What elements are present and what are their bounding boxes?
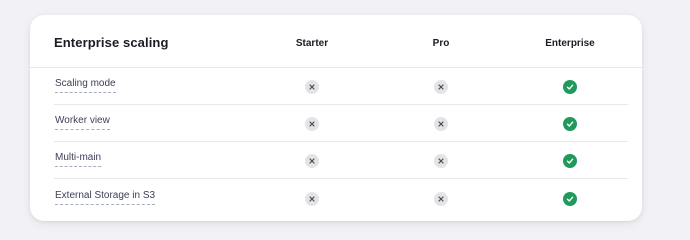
plan-header-pro: Pro <box>432 38 450 49</box>
check-icon <box>563 117 577 131</box>
plan-header-starter: Starter <box>295 38 329 49</box>
x-icon <box>434 154 448 168</box>
x-icon <box>434 80 448 94</box>
feature-label[interactable]: Scaling mode <box>55 78 116 93</box>
table-header: Enterprise scaling Starter Pro Enterpris… <box>30 15 642 68</box>
x-icon <box>305 192 319 206</box>
x-icon <box>305 154 319 168</box>
table-row: External Storage in S3 <box>30 180 642 217</box>
x-icon <box>434 192 448 206</box>
feature-label[interactable]: Worker view <box>55 115 110 130</box>
pricing-comparison-card: Enterprise scaling Starter Pro Enterpris… <box>30 15 642 221</box>
x-icon <box>305 80 319 94</box>
check-icon <box>563 192 577 206</box>
table-row: Scaling mode <box>30 68 642 105</box>
plan-header-enterprise: Enterprise <box>545 38 595 49</box>
table-row: Worker view <box>30 105 642 142</box>
check-icon <box>563 154 577 168</box>
x-icon <box>305 117 319 131</box>
x-icon <box>434 117 448 131</box>
section-title: Enterprise scaling <box>54 35 169 50</box>
feature-label[interactable]: Multi-main <box>55 152 102 167</box>
check-icon <box>563 80 577 94</box>
feature-label[interactable]: External Storage in S3 <box>55 190 156 205</box>
table-row: Multi-main <box>30 142 642 179</box>
